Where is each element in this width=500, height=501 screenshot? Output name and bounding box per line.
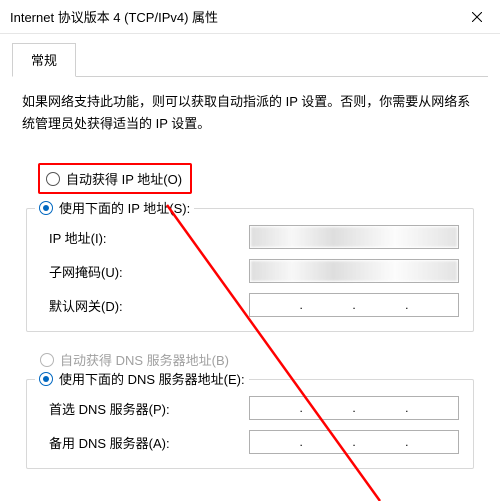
ip-dot: . <box>405 298 408 312</box>
input-subnet-mask[interactable] <box>249 259 459 283</box>
close-icon <box>472 12 482 22</box>
close-button[interactable] <box>454 0 500 34</box>
radio-manual-dns-label: 使用下面的 DNS 服务器地址(E): <box>59 369 245 388</box>
field-default-gateway: 默认网关(D): . . . <box>49 293 459 317</box>
tab-general[interactable]: 常规 <box>12 43 76 77</box>
ip-dot: . <box>352 435 355 449</box>
label-default-gateway: 默认网关(D): <box>49 296 189 315</box>
input-default-gateway[interactable]: . . . <box>249 293 459 317</box>
highlight-annotation: 自动获得 IP 地址(O) <box>38 163 192 194</box>
field-subnet-mask: 子网掩码(U): <box>49 259 459 283</box>
dns-fields-group: 使用下面的 DNS 服务器地址(E): 首选 DNS 服务器(P): . . .… <box>26 379 474 469</box>
ip-dot: . <box>352 401 355 415</box>
dialog-content: 常规 如果网络支持此功能，则可以获取自动指派的 IP 设置。否则，你需要从网络系… <box>0 34 500 469</box>
option-manual-dns-row: 使用下面的 DNS 服务器地址(E): <box>35 369 249 388</box>
option-auto-ip-row: 自动获得 IP 地址(O) <box>38 163 488 194</box>
tab-strip: 常规 <box>12 42 488 77</box>
description-text: 如果网络支持此功能，则可以获取自动指派的 IP 设置。否则，你需要从网络系统管理… <box>22 91 478 135</box>
field-ip-address: IP 地址(I): <box>49 225 459 249</box>
label-alternate-dns: 备用 DNS 服务器(A): <box>49 433 189 452</box>
radio-auto-dns-label: 自动获得 DNS 服务器地址(B) <box>60 350 229 369</box>
input-preferred-dns[interactable]: . . . <box>249 396 459 420</box>
ip-dot: . <box>299 298 302 312</box>
ip-dot: . <box>299 435 302 449</box>
option-manual-ip-row: 使用下面的 IP 地址(S): <box>35 198 194 217</box>
input-alternate-dns[interactable]: . . . <box>249 430 459 454</box>
radio-auto-ip[interactable] <box>46 172 60 186</box>
field-preferred-dns: 首选 DNS 服务器(P): . . . <box>49 396 459 420</box>
ip-dot: . <box>352 298 355 312</box>
titlebar: Internet 协议版本 4 (TCP/IPv4) 属性 <box>0 0 500 34</box>
radio-manual-ip[interactable] <box>39 201 53 215</box>
input-ip-address[interactable] <box>249 225 459 249</box>
field-alternate-dns: 备用 DNS 服务器(A): . . . <box>49 430 459 454</box>
ip-dot: . <box>405 435 408 449</box>
ip-dot: . <box>405 401 408 415</box>
radio-manual-dns[interactable] <box>39 372 53 386</box>
label-subnet-mask: 子网掩码(U): <box>49 262 189 281</box>
radio-auto-dns <box>40 353 54 367</box>
radio-auto-ip-label: 自动获得 IP 地址(O) <box>66 169 182 188</box>
dialog-window: Internet 协议版本 4 (TCP/IPv4) 属性 常规 如果网络支持此… <box>0 0 500 501</box>
ip-fields-group: 使用下面的 IP 地址(S): IP 地址(I): 子网掩码(U): 默认网关(… <box>26 208 474 332</box>
label-ip-address: IP 地址(I): <box>49 228 189 247</box>
ip-dot: . <box>299 401 302 415</box>
radio-manual-ip-label: 使用下面的 IP 地址(S): <box>59 198 190 217</box>
window-title: Internet 协议版本 4 (TCP/IPv4) 属性 <box>10 7 218 26</box>
label-preferred-dns: 首选 DNS 服务器(P): <box>49 399 189 418</box>
option-auto-dns-row: 自动获得 DNS 服务器地址(B) <box>40 350 488 369</box>
